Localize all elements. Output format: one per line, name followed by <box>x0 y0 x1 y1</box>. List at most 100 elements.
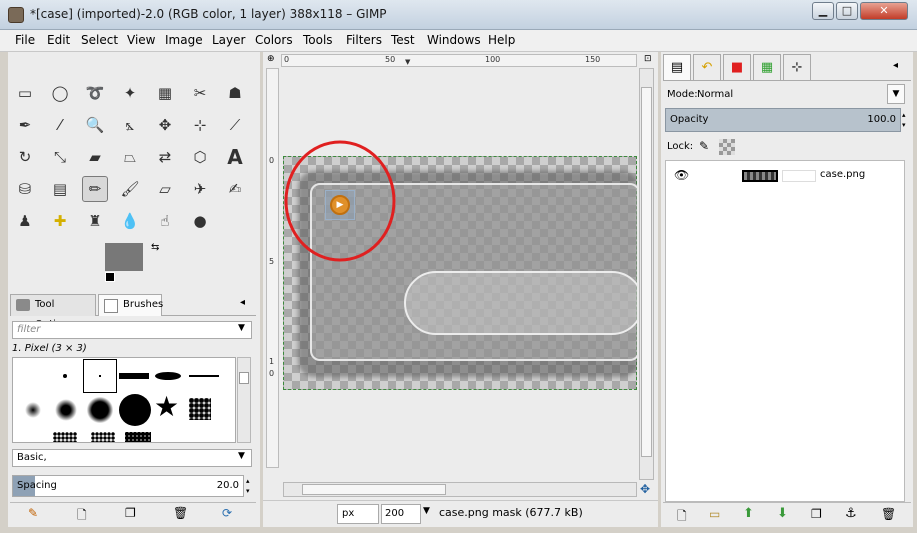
anchor-layer-icon[interactable]: ⚓ <box>845 506 857 521</box>
edit-brush-icon[interactable]: ✎ <box>28 506 38 520</box>
menu-select[interactable]: Select <box>81 33 118 47</box>
rect-select-icon[interactable]: ▭ <box>12 80 38 106</box>
shear-icon[interactable]: ▰ <box>82 144 108 170</box>
menu-tools[interactable]: Tools <box>303 33 333 47</box>
navigate-icon[interactable]: ✥ <box>640 482 650 496</box>
chevron-down-icon[interactable]: ▼ <box>238 451 245 461</box>
brush-grid-scrollbar[interactable] <box>237 357 251 443</box>
opacity-spin-icon[interactable]: ▴ ▾ <box>902 110 906 130</box>
lock-alpha-icon[interactable] <box>719 139 735 155</box>
perspective-clone-icon[interactable]: ♜ <box>82 208 108 234</box>
crop-icon[interactable]: ⟋ <box>222 112 248 138</box>
duplicate-layer-icon[interactable]: ❐ <box>811 507 822 521</box>
menu-filters[interactable]: Filters <box>346 33 382 47</box>
paths-icon[interactable]: ✒ <box>12 112 38 138</box>
eraser-icon[interactable]: ▱ <box>152 176 178 202</box>
canvas-area[interactable]: ▶ <box>283 68 637 468</box>
delete-brush-icon[interactable]: 🗑 <box>173 506 188 520</box>
brush-thumb[interactable] <box>125 432 151 442</box>
eye-icon[interactable]: 👁 <box>674 168 689 182</box>
zoom-select[interactable]: 200 <box>381 504 421 524</box>
zoom-icon[interactable]: 🔍 <box>82 112 108 138</box>
brush-thumb[interactable] <box>63 374 67 378</box>
blend-icon[interactable]: ▤ <box>47 176 73 202</box>
menu-colors[interactable]: Colors <box>255 33 293 47</box>
tab-pointer[interactable]: ⊹ <box>783 54 811 80</box>
chevron-down-icon[interactable]: ▼ <box>238 323 245 333</box>
close-button[interactable]: ✕ <box>860 2 908 20</box>
layer-name[interactable]: case.png <box>820 169 865 180</box>
menu-image[interactable]: Image <box>165 33 203 47</box>
ellipse-select-icon[interactable]: ◯ <box>47 80 73 106</box>
paintbrush-icon[interactable]: 🖌 <box>117 176 143 202</box>
bucket-fill-icon[interactable]: ⛁ <box>12 176 38 202</box>
tab-undo-history[interactable]: ↶ <box>693 54 721 80</box>
brush-thumb[interactable] <box>53 432 77 442</box>
brush-thumb[interactable] <box>25 402 41 418</box>
lock-pixels-icon[interactable]: ✎ <box>699 139 709 153</box>
fuzzy-select-icon[interactable]: ✦ <box>117 80 143 106</box>
dock-menu-icon[interactable]: ◂ <box>240 297 245 308</box>
brush-thumb[interactable] <box>155 372 181 380</box>
flip-icon[interactable]: ⇄ <box>152 144 178 170</box>
default-colors-icon[interactable] <box>105 272 115 282</box>
maximize-button[interactable]: □ <box>836 2 858 20</box>
brush-thumb[interactable] <box>91 432 115 442</box>
quick-mask-corner-icon[interactable]: ⊕ <box>267 54 275 64</box>
chevron-down-icon[interactable]: ▼ <box>887 84 905 104</box>
raise-layer-icon[interactable]: ⬆ <box>743 506 754 521</box>
tab-tool-options[interactable]: Tool Options <box>10 294 96 330</box>
smudge-icon[interactable]: ☝ <box>152 208 178 234</box>
new-layer-icon[interactable]: 🗋 <box>677 507 687 528</box>
lower-layer-icon[interactable]: ⬇ <box>777 506 788 521</box>
delete-layer-icon[interactable]: 🗑 <box>881 507 896 521</box>
menu-help[interactable]: Help <box>488 33 515 47</box>
dodge-burn-icon[interactable]: ● <box>187 208 213 234</box>
unit-select[interactable]: px <box>337 504 379 524</box>
brush-thumb[interactable] <box>189 375 219 377</box>
move-icon[interactable]: ✥ <box>152 112 178 138</box>
menu-file[interactable]: File <box>15 33 35 47</box>
scroll-thumb[interactable] <box>641 87 652 457</box>
brush-thumb[interactable] <box>55 399 77 421</box>
measure-icon[interactable]: ⦩ <box>117 112 143 138</box>
layer-row[interactable]: 👁 case.png <box>666 163 904 189</box>
menu-layer[interactable]: Layer <box>212 33 245 47</box>
text-tool-icon[interactable]: A <box>222 144 248 170</box>
spacing-slider[interactable]: Spacing 20.0 <box>12 475 244 497</box>
clone-icon[interactable]: ♟ <box>12 208 38 234</box>
vertical-scrollbar[interactable] <box>639 68 654 480</box>
duplicate-brush-icon[interactable]: ❐ <box>125 506 136 520</box>
opacity-slider[interactable]: Opacity 100.0 <box>665 108 901 132</box>
zoom-follow-icon[interactable]: ⊡ <box>644 54 652 64</box>
rotate-icon[interactable]: ↻ <box>12 144 38 170</box>
new-brush-icon[interactable]: 🗋 <box>77 506 87 527</box>
scissors-icon[interactable]: ✂ <box>187 80 213 106</box>
brush-preset-select[interactable]: Basic, <box>12 449 252 467</box>
minimize-button[interactable]: ▁ <box>812 2 834 20</box>
mode-value[interactable]: Normal <box>697 89 733 100</box>
tab-channels[interactable]: ■ <box>723 54 751 80</box>
select-by-color-icon[interactable]: ▦ <box>152 80 178 106</box>
pencil-icon[interactable]: ✏ <box>82 176 108 202</box>
brush-thumb[interactable] <box>189 398 211 420</box>
blur-icon[interactable]: 💧 <box>117 208 143 234</box>
airbrush-icon[interactable]: ✈ <box>187 176 213 202</box>
new-layer-group-icon[interactable]: ▭ <box>709 507 720 521</box>
tab-paths[interactable]: ▦ <box>753 54 781 80</box>
cage-transform-icon[interactable]: ⬡ <box>187 144 213 170</box>
brush-thumb-selected[interactable] <box>83 359 117 393</box>
menu-edit[interactable]: Edit <box>47 33 70 47</box>
menu-view[interactable]: View <box>127 33 155 47</box>
heal-icon[interactable]: ✚ <box>47 208 73 234</box>
star-brush-icon[interactable]: ★ <box>154 392 179 422</box>
ink-icon[interactable]: ✍ <box>222 176 248 202</box>
scroll-thumb[interactable] <box>302 484 446 495</box>
menu-test[interactable]: Test <box>391 33 415 47</box>
dock-menu-icon[interactable]: ◂ <box>893 60 898 71</box>
color-picker-icon[interactable]: ⁄ <box>47 112 73 138</box>
perspective-icon[interactable]: ⏢ <box>117 144 143 170</box>
free-select-icon[interactable]: ➰ <box>82 80 108 106</box>
foreground-color-swatch[interactable] <box>105 243 143 271</box>
spacing-spin-icon[interactable]: ▴ ▾ <box>246 476 254 496</box>
